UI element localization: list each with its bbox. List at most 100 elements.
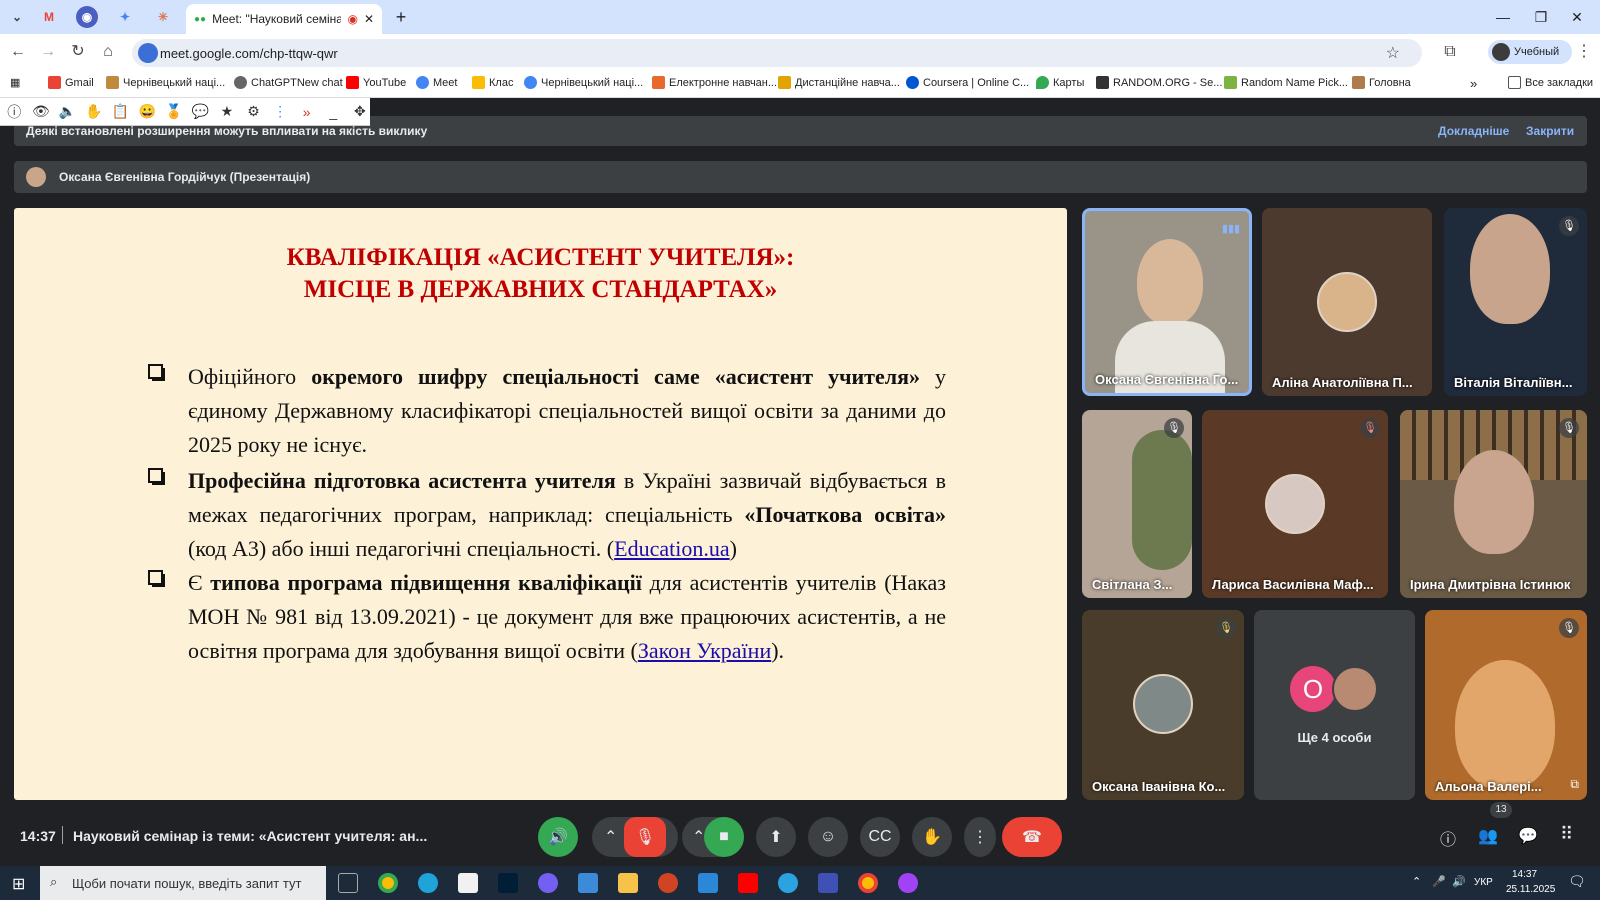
meeting-info-icon[interactable]: ⓘ (1440, 826, 1456, 850)
kebab-icon[interactable]: ⋮ (270, 103, 291, 120)
active-tab[interactable]: ●● Meet: "Науковий семінар і ◉ ✕ (186, 4, 382, 34)
clock-date[interactable]: 25.11.2025 (1506, 884, 1555, 895)
forward-icon[interactable]: → (38, 42, 58, 62)
star-icon[interactable]: ★ (217, 103, 238, 120)
close-window-button[interactable]: ✕ (1562, 6, 1592, 28)
bookmark-item[interactable]: RANDOM.ORG - Se... (1096, 76, 1222, 89)
photoshop-icon[interactable] (498, 873, 518, 893)
gmail-tab-icon[interactable]: M (38, 6, 60, 28)
pip-icon[interactable]: ⧉ (1570, 777, 1579, 792)
bookmark-item[interactable]: Головна (1352, 76, 1411, 89)
participant-tile[interactable]: Аліна Анатоліївна П... (1262, 208, 1432, 396)
speaker-icon[interactable]: 🔈 (57, 103, 78, 120)
bookmark-item[interactable]: Чернівецький наці... (524, 76, 643, 89)
bookmark-item[interactable]: Клас (472, 76, 513, 89)
law-link[interactable]: Закон України (638, 638, 771, 663)
home-icon[interactable]: ⌂ (98, 42, 118, 62)
bookmark-star-icon[interactable]: ☆ (1386, 43, 1400, 63)
move-icon[interactable]: ✥ (350, 103, 371, 120)
new-tab-button[interactable]: + (386, 6, 416, 28)
reload-icon[interactable]: ↻ (68, 42, 88, 62)
eye-icon[interactable]: 👁 (31, 103, 52, 120)
more-bookmarks-icon[interactable]: » (1470, 76, 1477, 91)
clipboard-icon[interactable]: 📋 (110, 103, 131, 120)
app-icon[interactable] (818, 873, 838, 893)
menu-kebab-icon[interactable]: ⋮ (1574, 42, 1594, 62)
bookmark-item[interactable]: Coursera | Online C... (906, 76, 1029, 89)
camera-toggle-button[interactable]: ■ (704, 817, 744, 857)
participant-tile[interactable]: О Ще 4 особи (1254, 610, 1415, 800)
all-bookmarks[interactable]: Все закладки (1508, 76, 1593, 89)
reactions-button[interactable]: ☺ (808, 817, 848, 857)
language-indicator[interactable]: УКР (1474, 877, 1493, 888)
volume-tray-icon[interactable]: 🔊 (1452, 875, 1466, 888)
chrome-icon[interactable] (378, 873, 398, 893)
present-screen-button[interactable]: ⬆ (756, 817, 796, 857)
chat-bubble-icon[interactable]: 💬 (190, 103, 211, 120)
bookmark-item[interactable]: YouTube (346, 76, 406, 89)
mic-tray-icon[interactable]: 🎤 (1432, 875, 1446, 888)
badge-icon[interactable]: 🏅 (163, 103, 184, 120)
bookmark-item[interactable]: Random Name Pick... (1224, 76, 1348, 89)
edge-icon[interactable] (418, 873, 438, 893)
taskbar-search-input[interactable]: ⌕ Щоби почати пошук, введіть запит тут (40, 866, 326, 900)
store-icon[interactable] (578, 873, 598, 893)
speaker-volume-button[interactable]: 🔊 (538, 817, 578, 857)
participant-tile[interactable]: 🎙 Альона Валері... ⧉ (1425, 610, 1587, 800)
hand-icon[interactable]: ✋ (84, 103, 105, 120)
chrome-active-icon[interactable] (858, 873, 878, 893)
tray-chevron-icon[interactable]: ⌃ (1412, 875, 1421, 888)
viber-icon[interactable] (538, 873, 558, 893)
tab-favicon[interactable]: ◉ (76, 6, 98, 28)
notifications-icon[interactable]: 🗨 (1568, 873, 1586, 890)
participant-tile[interactable]: 🎙 Віталія Віталіївн... (1444, 208, 1587, 396)
info-icon[interactable]: ⓘ (4, 102, 25, 122)
bookmark-item[interactable]: Електронне навчан... (652, 76, 777, 89)
participant-tile[interactable]: 🎙 Оксана Іванівна Ко... (1082, 610, 1244, 800)
notepad-icon[interactable] (458, 873, 478, 893)
participant-tile[interactable]: 🎙 Світлана З... (1082, 410, 1192, 598)
close-tab-icon[interactable]: ✕ (364, 12, 374, 26)
windows-start-icon[interactable]: ⊞ (12, 874, 25, 894)
extensions-icon[interactable]: ⧉ (1440, 42, 1460, 62)
gear-icon[interactable]: ⚙ (243, 103, 264, 120)
bookmark-item[interactable]: Дистанційне навча... (778, 76, 900, 89)
claude-tab-icon[interactable]: ✳ (152, 6, 174, 28)
app-icon[interactable] (698, 873, 718, 893)
education-link[interactable]: Education.ua (614, 536, 729, 561)
site-info-icon[interactable] (138, 43, 158, 63)
learn-more-link[interactable]: Докладніше (1438, 124, 1509, 138)
powerpoint-icon[interactable] (658, 873, 678, 893)
bookmark-item[interactable]: ChatGPTNew chat (234, 76, 343, 89)
address-bar[interactable]: meet.google.com/chp-ttqw-qwr ☆ (132, 39, 1422, 67)
chrome-profile-icon[interactable] (898, 873, 918, 893)
youtube-icon[interactable] (738, 873, 758, 893)
bookmark-item[interactable]: Meet (416, 76, 457, 89)
minimize-icon[interactable]: _ (323, 104, 344, 120)
mic-toggle-button[interactable]: 🎙 (624, 817, 666, 857)
bookmark-item[interactable]: Карты (1036, 76, 1084, 89)
file-explorer-icon[interactable] (618, 873, 638, 893)
participant-tile[interactable]: 🎙 Ірина Дмитрівна Істинюк (1400, 410, 1587, 598)
tab-search-icon[interactable]: ⌄ (6, 6, 28, 28)
minimize-button[interactable]: — (1488, 6, 1518, 28)
participant-tile[interactable]: 🎙 Лариса Василівна Маф... (1202, 410, 1388, 598)
people-icon[interactable]: 👥 (1478, 826, 1498, 846)
captions-button[interactable]: CC (860, 817, 900, 857)
task-view-icon[interactable] (338, 873, 358, 893)
activities-grid-icon[interactable]: ⠿ (1560, 824, 1573, 845)
restore-button[interactable]: ❐ (1526, 6, 1556, 28)
raise-hand-button[interactable]: ✋ (912, 817, 952, 857)
more-options-button[interactable]: ⋮ (964, 817, 996, 857)
apps-grid-icon[interactable]: ▦ (10, 76, 20, 89)
emoji-icon[interactable]: 😀 (137, 103, 158, 120)
telegram-icon[interactable] (778, 873, 798, 893)
gemini-tab-icon[interactable]: ✦ (114, 6, 136, 28)
close-banner-button[interactable]: Закрити (1526, 124, 1574, 138)
clock-time[interactable]: 14:37 (1512, 869, 1537, 880)
back-icon[interactable]: ← (8, 42, 28, 62)
bookmark-item[interactable]: Чернівецький наці... (106, 76, 225, 89)
chat-icon[interactable]: 💬 (1518, 826, 1538, 846)
participant-tile[interactable]: ▮▮▮ Оксана Євгенівна Го... (1082, 208, 1252, 396)
bookmark-item[interactable]: Gmail (48, 76, 94, 89)
